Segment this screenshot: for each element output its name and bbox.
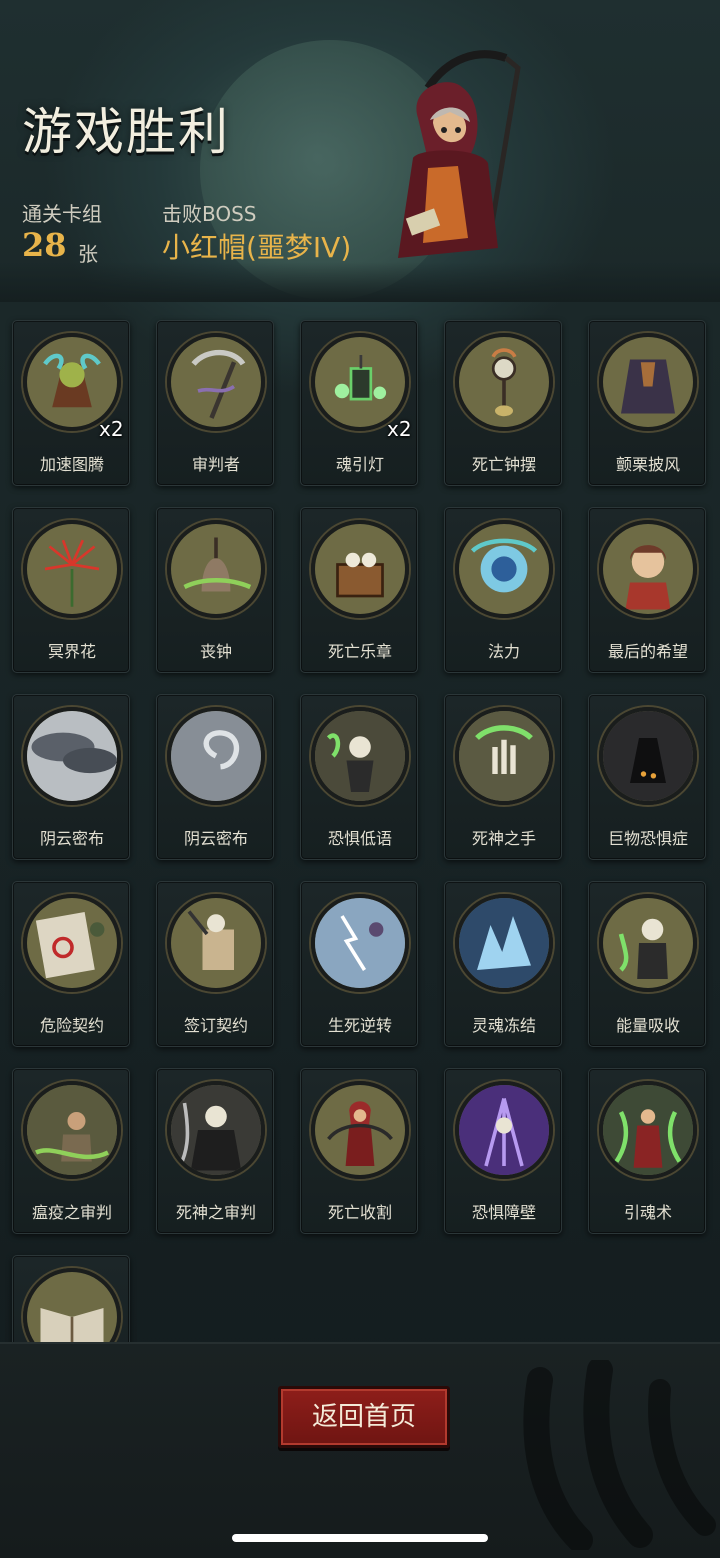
relic-card-name: 阴云密布 [183, 829, 248, 848]
relic-card-name: 危险契约 [39, 1016, 104, 1035]
relic-card[interactable]: 最后的希望 [588, 507, 706, 673]
boss-name: 小红帽(噩梦IV) [162, 231, 352, 264]
relic-card[interactable]: 危险契约 [12, 881, 130, 1047]
mana-orb-icon [455, 520, 553, 618]
reaper-scroll-icon [167, 894, 265, 992]
shadow-claw-decoration [523, 1360, 716, 1550]
ice-crystal-icon [455, 894, 553, 992]
relic-card[interactable]: 颤栗披风 [588, 320, 706, 486]
relic-card-count: x2 [387, 417, 412, 441]
deck-label: 通关卡组 [22, 202, 102, 226]
relic-card-name: 审判者 [191, 455, 240, 474]
red-hood-harvest-icon [311, 1081, 409, 1179]
home-indicator[interactable] [232, 1534, 488, 1542]
reaper-judgment-icon [167, 1081, 265, 1179]
relic-card-name: 恐惧低语 [327, 829, 392, 848]
relic-card[interactable]: 死亡钟摆 [444, 320, 562, 486]
relic-card[interactable]: 签订契约 [156, 881, 274, 1047]
relic-card-name: 阴云密布 [39, 829, 104, 848]
contract-seal-icon [23, 894, 121, 992]
skeleton-whisper-icon [311, 707, 409, 805]
relic-card-name: 瘟疫之审判 [31, 1203, 112, 1222]
relic-card[interactable]: 死亡乐章 [300, 507, 418, 673]
relic-card-name: 签订契约 [183, 1016, 248, 1035]
scythe-icon [167, 333, 265, 431]
deck-count-unit: 张 [78, 242, 98, 266]
relic-card[interactable]: 阴云密布 [156, 694, 274, 860]
relic-card[interactable]: 恐惧障壁 [444, 1068, 562, 1234]
return-home-button[interactable]: 返回首页 [278, 1386, 450, 1448]
relic-card-name: 法力 [487, 642, 520, 661]
relic-card-name: 死亡收割 [327, 1203, 392, 1222]
relic-card[interactable]: 死亡收割 [300, 1068, 418, 1234]
relic-card-name: 巨物恐惧症 [607, 829, 688, 848]
card-grid: 加速图腾 x2 审判者 魂引灯 x2 死亡钟摆 颤栗披风 冥界花 丧钟 死亡乐章 法力 最后的希望 阴云… [0, 312, 720, 1342]
relic-card-name: 引魂术 [623, 1203, 672, 1222]
boss-character-portrait [398, 50, 521, 258]
relic-card[interactable]: 法力 [444, 507, 562, 673]
relic-card-name: 颤栗披风 [615, 455, 680, 474]
relic-card[interactable]: 死神之审判 [156, 1068, 274, 1234]
relic-card-name: 灵魂冻结 [471, 1016, 536, 1035]
relic-card-count: x2 [99, 417, 124, 441]
relic-card[interactable]: 死神之手 [444, 694, 562, 860]
header-divider [0, 262, 720, 302]
plague-victim-icon [23, 1081, 121, 1179]
relic-card[interactable]: 加速图腾 x2 [12, 320, 130, 486]
relic-card-name: 加速图腾 [39, 455, 104, 474]
open-book-icon [23, 1268, 121, 1342]
skeletal-hand-icon [455, 707, 553, 805]
relic-card[interactable]: 魂引灯 x2 [300, 320, 418, 486]
music-box-skull-icon [311, 520, 409, 618]
relic-card[interactable]: 丧钟 [156, 507, 274, 673]
pendulum-clock-icon [455, 333, 553, 431]
relic-card-name: 生死逆转 [327, 1016, 392, 1035]
reaper-drain-icon [599, 894, 697, 992]
relic-card[interactable]: 能量吸收 [588, 881, 706, 1047]
relic-card[interactable]: 冥界花 [12, 507, 130, 673]
relic-card-name: 死亡乐章 [327, 642, 392, 661]
cloak-icon [599, 333, 697, 431]
relic-card[interactable]: 巨物恐惧症 [588, 694, 706, 860]
boss-label: 击败BOSS [162, 202, 257, 226]
relic-card[interactable]: 瘟疫之审判 [12, 1068, 130, 1234]
relic-card[interactable]: 审判者 [156, 320, 274, 486]
deck-count: 28 [22, 226, 67, 264]
relic-card[interactable]: 恐惧低语 [300, 694, 418, 860]
relic-card[interactable]: 阴云密布 [12, 694, 130, 860]
relic-card-name: 冥界花 [47, 642, 96, 661]
spider-lily-icon [23, 520, 121, 618]
relic-card-name: 丧钟 [199, 642, 232, 661]
storm-vortex-icon [167, 707, 265, 805]
purple-barrier-icon [455, 1081, 553, 1179]
relic-card[interactable]: 生死逆转 [300, 881, 418, 1047]
soul-summon-icon [599, 1081, 697, 1179]
relic-card[interactable]: 灵魂冻结 [444, 881, 562, 1047]
storm-clouds-icon [23, 707, 121, 805]
relic-card-name: 死神之审判 [175, 1203, 256, 1222]
giant-shadow-icon [599, 707, 697, 805]
relic-card-name: 死神之手 [471, 829, 536, 848]
relic-card-name: 魂引灯 [335, 455, 384, 474]
page-title: 游戏胜利 [22, 103, 230, 161]
relic-card-name: 恐惧障壁 [471, 1203, 536, 1222]
relic-card-name: 能量吸收 [615, 1016, 680, 1035]
relic-card-name: 最后的希望 [607, 642, 688, 661]
relic-card[interactable]: 引魂术 [588, 1068, 706, 1234]
relic-card-name: 死亡钟摆 [471, 455, 536, 474]
lightning-reversal-icon [311, 894, 409, 992]
bell-icon [167, 520, 265, 618]
girl-portrait-icon [599, 520, 697, 618]
relic-card[interactable] [12, 1255, 130, 1342]
